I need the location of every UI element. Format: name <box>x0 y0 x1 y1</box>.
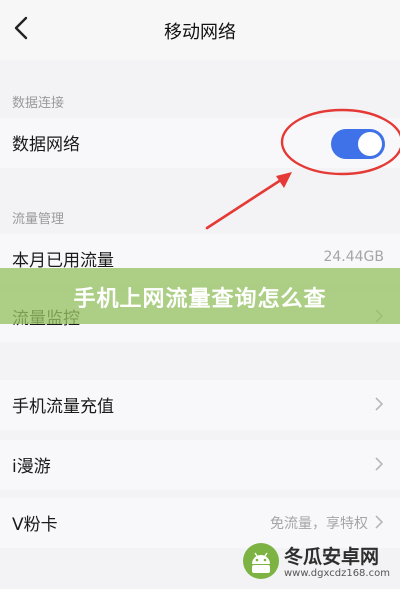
top-navigation-bar: 移动网络 <box>0 0 400 60</box>
android-logo-icon <box>243 543 279 579</box>
used-this-month-value: 24.44GB <box>323 249 384 265</box>
traffic-recharge-row[interactable]: 手机流量充值 <box>0 380 400 430</box>
mobile-data-toggle[interactable] <box>331 129 385 159</box>
watermark-url: www.dgxcdz168.com <box>284 568 390 579</box>
annotation-arrow-head <box>276 172 292 188</box>
watermark-brand: 冬瓜安卓网 <box>284 546 380 568</box>
traffic-recharge-label: 手机流量充值 <box>12 397 114 417</box>
title-banner: 手机上网流量查询怎么查 <box>0 268 400 324</box>
v-card-label: V粉卡 <box>12 515 58 535</box>
page-title: 移动网络 <box>164 22 236 43</box>
watermark: 冬瓜安卓网 www.dgxcdz168.com <box>238 540 390 584</box>
toggle-knob <box>358 132 382 156</box>
section-header-data-connection: 数据连接 <box>12 96 65 111</box>
section-header-traffic-management: 流量管理 <box>12 212 65 227</box>
roaming-row[interactable]: i漫游 <box>0 440 400 490</box>
roaming-label: i漫游 <box>12 457 51 477</box>
chevron-right-icon <box>375 515 384 529</box>
banner-text: 手机上网流量查询怎么查 <box>73 287 327 312</box>
chevron-right-icon <box>375 397 384 411</box>
annotation-arrow-line <box>205 176 286 230</box>
v-card-value: 免流量，享特权 <box>270 516 368 532</box>
chevron-right-icon <box>375 457 384 471</box>
mobile-data-label: 数据网络 <box>12 135 80 155</box>
